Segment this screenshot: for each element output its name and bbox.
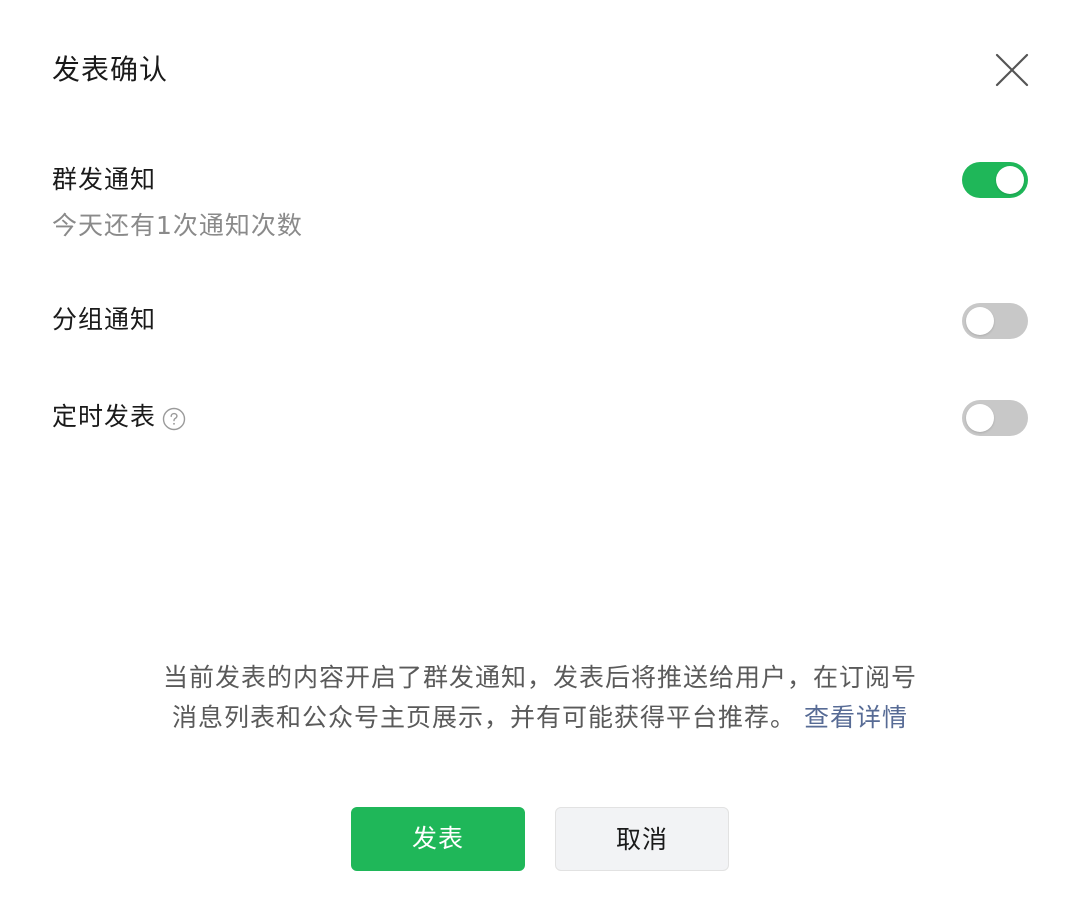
toggle-knob	[996, 166, 1024, 194]
option-label: 定时发表	[52, 402, 157, 431]
help-button[interactable]	[162, 405, 186, 431]
option-label-wrap: 定时发表	[52, 399, 1028, 435]
notice-line-2-wrap: 消息列表和公众号主页展示，并有可能获得平台推荐。 查看详情	[0, 698, 1080, 738]
publish-notice: 当前发表的内容开启了群发通知，发表后将推送给用户，在订阅号 消息列表和公众号主页…	[0, 658, 1080, 738]
question-circle-icon	[162, 407, 186, 431]
publish-confirm-dialog: 发表确认 群发通知 今天还有1次通知次数 分组通知 定时发表 当前发表的内容开启…	[0, 0, 1080, 907]
dialog-title: 发表确认	[52, 53, 169, 86]
toggle-knob	[966, 404, 994, 432]
close-icon	[995, 53, 1029, 87]
option-mass-notification: 群发通知 今天还有1次通知次数	[52, 162, 1028, 244]
scheduled-publish-toggle[interactable]	[962, 400, 1028, 436]
publish-button[interactable]: 发表	[351, 807, 525, 871]
toggle-knob	[966, 307, 994, 335]
notice-line-1: 当前发表的内容开启了群发通知，发表后将推送给用户，在订阅号	[162, 663, 917, 692]
group-notification-toggle[interactable]	[962, 303, 1028, 339]
option-group-notification: 分组通知	[52, 302, 1028, 339]
close-button[interactable]	[992, 50, 1032, 90]
notice-line-2: 消息列表和公众号主页展示，并有可能获得平台推荐。	[171, 703, 796, 732]
option-description: 今天还有1次通知次数	[52, 211, 303, 240]
option-label: 分组通知	[52, 305, 157, 334]
option-label: 群发通知	[52, 165, 157, 194]
cancel-button[interactable]: 取消	[555, 807, 729, 871]
view-details-link[interactable]: 查看详情	[804, 703, 908, 732]
mass-notification-toggle[interactable]	[962, 162, 1028, 198]
option-scheduled-publish: 定时发表	[52, 399, 1028, 436]
